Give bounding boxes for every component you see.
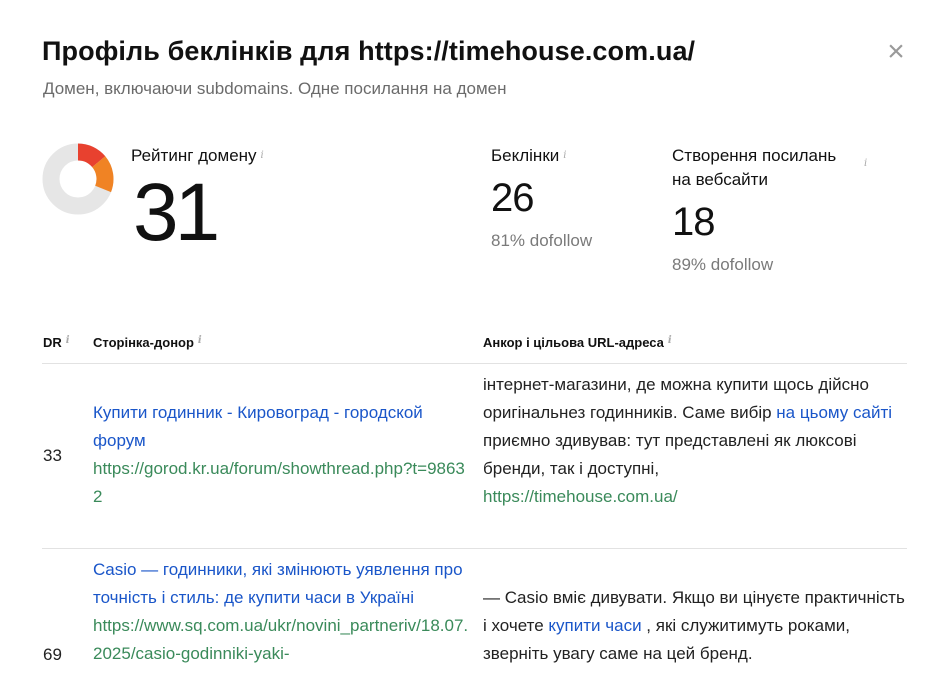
linking-websites-label-line1: Створення посилань	[672, 146, 837, 165]
info-icon[interactable]: i	[261, 144, 264, 168]
row-2-donor: Casio — годинники, які змінюють уявлення…	[93, 556, 473, 668]
domain-rating-value: 31	[133, 167, 220, 258]
row-1-donor-title-link[interactable]: Купити годинник - Кировоград - городской…	[93, 399, 468, 455]
header-divider	[42, 363, 907, 364]
close-icon[interactable]: ×	[881, 37, 911, 67]
column-header-anchor-text: Анкор і цільова URL-адреса	[483, 335, 664, 350]
info-icon[interactable]: i	[66, 335, 70, 346]
column-header-dr-text: DR	[43, 335, 62, 350]
row-2-dr: 69	[43, 645, 62, 664]
modal-title: Профіль беклінків для https://timehouse.…	[42, 36, 696, 66]
column-header-donor[interactable]: Сторінка-донор i	[93, 335, 202, 350]
backlinks-label-text: Беклінки	[491, 146, 560, 165]
anchor-link[interactable]: на цьому сайті	[776, 403, 892, 422]
info-icon[interactable]: i	[198, 335, 202, 346]
donut-segment-orange	[91, 156, 114, 193]
column-header-donor-text: Сторінка-донор	[93, 335, 194, 350]
domain-rating-donut	[42, 143, 114, 215]
linking-websites-label-line2: на вебсайти	[672, 170, 768, 189]
row-1-dr: 33	[43, 446, 62, 465]
row-1-target-url-link[interactable]: https://timehouse.com.ua/	[483, 483, 907, 511]
info-icon[interactable]: i	[563, 144, 566, 168]
row-2-donor-title-link[interactable]: Casio — годинники, які змінюють уявлення…	[93, 556, 473, 612]
backlink-profile-modal: Профіль беклінків для https://timehouse.…	[0, 0, 948, 694]
backlinks-value: 26	[491, 176, 534, 220]
column-header-anchor[interactable]: Анкор і цільова URL-адреса i	[483, 335, 672, 350]
donut-segment-red	[77, 143, 106, 168]
domain-rating-label: Рейтинг домену i	[131, 144, 264, 168]
domain-rating-label-text: Рейтинг домену	[131, 146, 257, 165]
info-icon[interactable]: i	[668, 335, 672, 346]
row-1-donor-url-link[interactable]: https://gorod.kr.ua/forum/showthread.php…	[93, 455, 468, 511]
linking-websites-value: 18	[672, 200, 715, 244]
row-2-donor-url-link[interactable]: https://www.sq.com.ua/ukr/novini_partner…	[93, 612, 473, 668]
backlinks-dofollow: 81% dofollow	[491, 231, 593, 250]
row-1-anchor-text: інтернет-магазини, де можна купити щось …	[483, 371, 907, 483]
anchor-link[interactable]: купити часи	[548, 616, 641, 635]
row-divider	[42, 548, 907, 549]
info-icon[interactable]: i	[864, 158, 867, 169]
backlinks-label: Беклінки i	[491, 144, 566, 168]
row-2-anchor-text: — Casio вміє дивувати. Якщо ви цінуєте п…	[483, 584, 907, 668]
row-2-anchor: — Casio вміє дивувати. Якщо ви цінуєте п…	[483, 584, 907, 668]
column-header-dr[interactable]: DR i	[43, 335, 70, 350]
modal-subtitle: Домен, включаючи subdomains. Одне посила…	[43, 79, 507, 98]
row-1-donor: Купити годинник - Кировоград - городской…	[93, 399, 468, 511]
linking-websites-dofollow: 89% dofollow	[672, 255, 774, 274]
row-1-anchor: інтернет-магазини, де можна купити щось …	[483, 371, 907, 511]
anchor-text-after: приємно здивував: тут представлені як лю…	[483, 431, 857, 478]
